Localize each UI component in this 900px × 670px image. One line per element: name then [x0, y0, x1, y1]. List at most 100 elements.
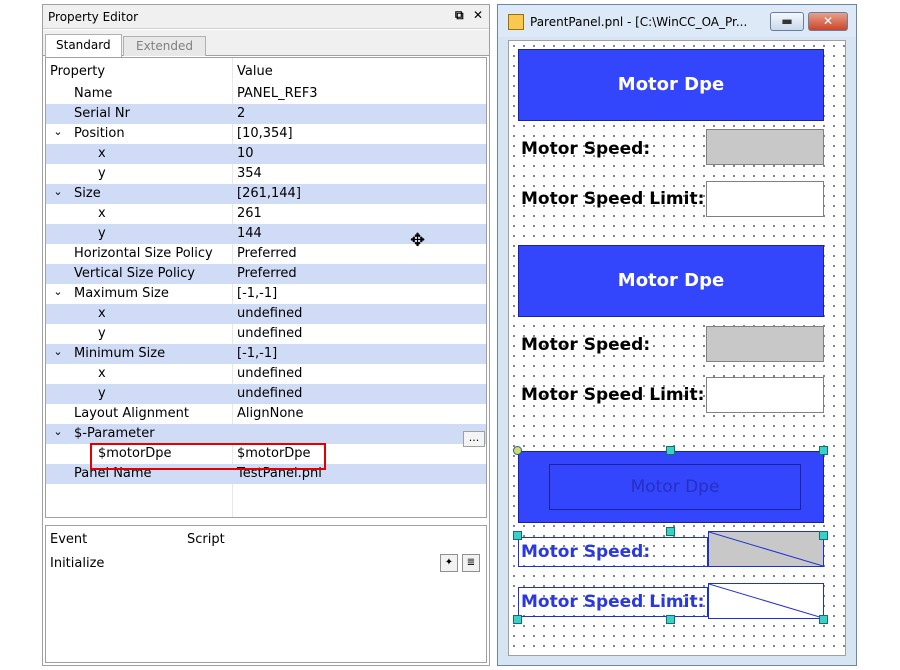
- motor-speed-field-1[interactable]: [706, 129, 824, 165]
- float-window-icon[interactable]: ⧉: [455, 8, 464, 23]
- property-row[interactable]: ⌄ Position [10,354]: [46, 124, 486, 144]
- property-row[interactable]: Layout Alignment AlignNone: [46, 404, 486, 424]
- property-editor-titlebar: Property Editor ⧉ ✕: [43, 5, 489, 29]
- property-row[interactable]: Vertical Size Policy Preferred: [46, 264, 486, 284]
- property-row[interactable]: Serial Nr 2: [46, 104, 486, 124]
- property-key: y: [98, 226, 106, 241]
- property-row[interactable]: ⌄ Minimum Size [-1,-1]: [46, 344, 486, 364]
- resize-handle-bottom-right[interactable]: [819, 615, 828, 624]
- property-key: x: [98, 146, 106, 161]
- property-row[interactable]: x undefined: [46, 364, 486, 384]
- property-value[interactable]: 2: [237, 106, 245, 121]
- property-value[interactable]: 261: [237, 206, 262, 221]
- property-value[interactable]: PANEL_REF3: [237, 86, 318, 101]
- motor-speed-limit-field-2[interactable]: [706, 377, 824, 413]
- property-value[interactable]: 354: [237, 166, 262, 181]
- property-value[interactable]: [-1,-1]: [237, 286, 277, 301]
- property-row[interactable]: x 10: [46, 144, 486, 164]
- tab-extended[interactable]: Extended: [123, 36, 206, 56]
- property-column-header: Property: [50, 64, 106, 79]
- property-key: y: [98, 326, 106, 341]
- selected-panel-reference[interactable]: Motor Dpe Motor Speed: Motor Speed Limit…: [513, 446, 828, 624]
- motor-dpe-button-2[interactable]: Motor Dpe: [518, 245, 824, 317]
- property-row[interactable]: x undefined: [46, 304, 486, 324]
- property-value[interactable]: undefined: [237, 366, 302, 381]
- close-button[interactable]: ✕: [808, 12, 848, 31]
- resize-handle-top-left[interactable]: [513, 446, 522, 455]
- motor-dpe-button-3-inner: Motor Dpe: [549, 464, 801, 510]
- resize-handle-bottom[interactable]: [666, 615, 675, 624]
- motor-speed-label-3: Motor Speed:: [518, 537, 708, 567]
- resize-handle-bottom-left[interactable]: [513, 615, 522, 624]
- motor-dpe-button-3[interactable]: Motor Dpe: [518, 451, 824, 523]
- resize-handle-top[interactable]: [666, 446, 675, 455]
- property-row[interactable]: y undefined: [46, 384, 486, 404]
- property-key: x: [98, 306, 106, 321]
- property-key: x: [98, 206, 106, 221]
- property-key: Size: [74, 186, 101, 201]
- panel-canvas[interactable]: Motor Dpe Motor Speed: Motor Speed Limit…: [508, 40, 846, 656]
- property-key: Vertical Size Policy: [74, 266, 196, 281]
- minimize-button[interactable]: ▬: [770, 12, 804, 31]
- edit-parameter-button[interactable]: ...: [463, 431, 485, 447]
- expand-chevron-icon[interactable]: ⌄: [52, 285, 64, 298]
- event-initialize[interactable]: Initialize: [50, 556, 104, 571]
- parent-panel-window: ParentPanel.pnl - [C:\WinCC_OA_Pr... ▬ ✕…: [497, 4, 857, 666]
- motor-speed-field-2[interactable]: [706, 326, 824, 362]
- resize-handle-mid[interactable]: [666, 527, 675, 536]
- panel-file-icon: [508, 14, 524, 30]
- property-value[interactable]: 144: [237, 226, 262, 241]
- property-key: $-Parameter: [74, 426, 155, 441]
- expand-chevron-icon[interactable]: ⌄: [52, 185, 64, 198]
- tab-standard[interactable]: Standard: [45, 34, 122, 57]
- motor-speed-limit-field-1[interactable]: [706, 181, 824, 217]
- motor-speed-field-3[interactable]: [708, 531, 824, 567]
- property-value[interactable]: [261,144]: [237, 186, 301, 201]
- property-key: Serial Nr: [74, 106, 130, 121]
- property-row[interactable]: x 261: [46, 204, 486, 224]
- field-placeholder-cross-3a: [709, 532, 823, 566]
- property-value[interactable]: [-1,-1]: [237, 346, 277, 361]
- script-column-header: Script: [187, 532, 225, 547]
- expand-chevron-icon[interactable]: ⌄: [52, 425, 64, 438]
- script-editor-icon[interactable]: ≣: [462, 554, 480, 572]
- property-value[interactable]: undefined: [237, 386, 302, 401]
- property-row[interactable]: ⌄ $-Parameter: [46, 424, 486, 444]
- property-key: Name: [74, 86, 113, 101]
- property-value[interactable]: Preferred: [237, 266, 297, 281]
- motor-dpe-button-1[interactable]: Motor Dpe: [518, 49, 824, 121]
- expand-chevron-icon[interactable]: ⌄: [52, 125, 64, 138]
- property-key: y: [98, 166, 106, 181]
- property-key: Layout Alignment: [74, 406, 189, 421]
- property-value[interactable]: [10,354]: [237, 126, 293, 141]
- property-key: Minimum Size: [74, 346, 166, 361]
- property-editor-title: Property Editor: [48, 10, 139, 24]
- property-key: y: [98, 386, 106, 401]
- property-row[interactable]: Name PANEL_REF3: [46, 84, 486, 104]
- motor-speed-limit-field-3[interactable]: [708, 583, 824, 619]
- property-tabs: Standard Extended: [43, 30, 489, 57]
- motor-speed-label-2: Motor Speed:: [521, 335, 651, 355]
- property-value[interactable]: 10: [237, 146, 254, 161]
- property-grid: Property Value Name PANEL_REF3 Serial Nr 2 ⌄…: [45, 57, 487, 518]
- property-row[interactable]: y 354: [46, 164, 486, 184]
- property-editor-window: Property Editor ⧉ ✕ Standard Extended Pr…: [42, 4, 490, 666]
- property-row[interactable]: y undefined: [46, 324, 486, 344]
- property-row[interactable]: ⌄ Size [261,144]: [46, 184, 486, 204]
- property-key: x: [98, 366, 106, 381]
- property-value[interactable]: undefined: [237, 306, 302, 321]
- expand-chevron-icon[interactable]: ⌄: [52, 345, 64, 358]
- resize-handle-right[interactable]: [819, 531, 828, 540]
- property-value[interactable]: undefined: [237, 326, 302, 341]
- parent-panel-title: ParentPanel.pnl - [C:\WinCC_OA_Pr...: [530, 15, 748, 29]
- property-row[interactable]: ⌄ Maximum Size [-1,-1]: [46, 284, 486, 304]
- property-key: Maximum Size: [74, 286, 169, 301]
- wizard-icon[interactable]: ✦: [440, 554, 458, 572]
- close-icon[interactable]: ✕: [473, 8, 483, 22]
- resize-handle-left[interactable]: [513, 531, 522, 540]
- property-value[interactable]: AlignNone: [237, 406, 304, 421]
- move-cursor-icon: ✥: [410, 230, 426, 251]
- property-value[interactable]: Preferred: [237, 246, 297, 261]
- motor-speed-limit-label-2: Motor Speed Limit:: [521, 385, 705, 405]
- resize-handle-top-right[interactable]: [819, 446, 828, 455]
